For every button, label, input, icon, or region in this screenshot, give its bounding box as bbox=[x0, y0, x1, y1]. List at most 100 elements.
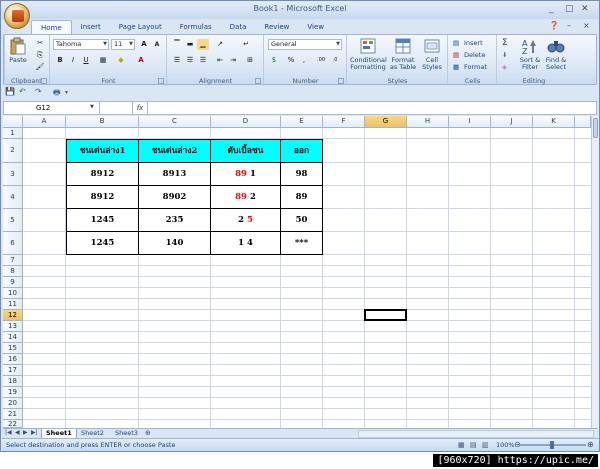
grow-font-button[interactable]: A bbox=[138, 39, 150, 50]
customize-qat-icon[interactable]: ▾ bbox=[65, 89, 68, 96]
row-header[interactable]: 16 bbox=[3, 354, 23, 365]
tab-insert[interactable]: Insert bbox=[72, 20, 110, 34]
insert-cells-icon[interactable]: ▤ bbox=[453, 39, 459, 47]
table-cell[interactable]: 2 5 bbox=[210, 208, 281, 232]
italic-button[interactable]: I bbox=[67, 55, 79, 66]
horizontal-scrollbar[interactable] bbox=[358, 430, 594, 438]
column-header[interactable]: D bbox=[211, 116, 281, 128]
zoom-level[interactable]: 100% bbox=[496, 441, 515, 449]
delete-cells-label[interactable]: Delete bbox=[464, 51, 485, 59]
table-cell[interactable]: 8913 bbox=[138, 162, 211, 186]
tab-review[interactable]: Review bbox=[255, 20, 298, 34]
align-top-icon[interactable]: ▔ bbox=[171, 39, 183, 50]
align-bottom-icon[interactable]: ▁ bbox=[197, 39, 209, 50]
orientation-icon[interactable]: ↗ bbox=[214, 39, 226, 50]
first-sheet-icon[interactable]: |◀ bbox=[5, 429, 12, 436]
row-header[interactable]: 6 bbox=[3, 232, 23, 255]
row-header[interactable]: 17 bbox=[3, 365, 23, 376]
close-button[interactable]: ✕ bbox=[581, 4, 589, 14]
table-cell[interactable]: 1245 bbox=[66, 231, 139, 255]
bold-button[interactable]: B bbox=[54, 55, 66, 66]
table-cell[interactable]: 50 bbox=[280, 208, 323, 232]
column-header[interactable]: A bbox=[23, 116, 66, 128]
row-header[interactable]: 7 bbox=[3, 255, 23, 266]
fill-icon[interactable]: ⬇ bbox=[502, 51, 507, 59]
format-cells-label[interactable]: Format bbox=[464, 63, 487, 71]
tab-view[interactable]: View bbox=[298, 20, 333, 34]
row-header[interactable]: 21 bbox=[3, 409, 23, 420]
copy-icon[interactable]: ⎘ bbox=[34, 50, 46, 61]
scroll-thumb[interactable] bbox=[593, 118, 598, 138]
vertical-scrollbar[interactable] bbox=[591, 116, 599, 428]
column-header-selected[interactable]: G bbox=[365, 116, 407, 128]
table-cell[interactable]: 1245 bbox=[66, 208, 139, 232]
cut-icon[interactable]: ✂ bbox=[34, 38, 46, 49]
font-color-icon[interactable]: A bbox=[135, 55, 147, 66]
ribbon-close-icon[interactable]: × bbox=[583, 21, 590, 30]
row-header[interactable]: 8 bbox=[3, 266, 23, 277]
row-header[interactable]: 20 bbox=[3, 398, 23, 409]
row-header[interactable]: 11 bbox=[3, 299, 23, 310]
select-all-corner[interactable] bbox=[3, 116, 23, 128]
table-header-cell[interactable]: ดับเบิ้ลชน bbox=[210, 139, 281, 163]
column-header[interactable]: B bbox=[66, 116, 139, 128]
format-as-table-button[interactable]: Format as Table bbox=[389, 37, 417, 71]
format-cells-icon[interactable]: ▦ bbox=[453, 63, 459, 71]
align-middle-icon[interactable]: ▬ bbox=[184, 39, 196, 50]
row-header[interactable]: 1 bbox=[3, 128, 23, 139]
insert-sheet-icon[interactable]: ⊕ bbox=[145, 429, 151, 437]
tab-home[interactable]: Home bbox=[31, 20, 72, 34]
font-name-dropdown[interactable]: Tahoma ▼ bbox=[53, 39, 109, 50]
tab-formulas[interactable]: Formulas bbox=[171, 20, 221, 34]
borders-icon[interactable]: ▦ bbox=[97, 55, 109, 66]
paste-button[interactable]: Paste bbox=[7, 37, 29, 64]
row-header[interactable]: 4 bbox=[3, 186, 23, 209]
prev-sheet-icon[interactable]: ◀ bbox=[15, 429, 20, 436]
insert-function-button[interactable]: fx bbox=[132, 102, 148, 114]
table-header-cell[interactable]: ออก bbox=[280, 139, 323, 163]
table-cell[interactable]: 140 bbox=[138, 231, 211, 255]
table-header-cell[interactable]: ชนเด่นล่าง1 bbox=[66, 139, 139, 163]
zoom-in-icon[interactable]: ⊕ bbox=[587, 440, 594, 449]
align-left-icon[interactable]: ☰ bbox=[171, 55, 183, 66]
conditional-formatting-button[interactable]: Conditional Formatting bbox=[350, 37, 387, 71]
table-cell[interactable]: 89 bbox=[280, 185, 323, 209]
table-cell[interactable]: 98 bbox=[280, 162, 323, 186]
tab-page-layout[interactable]: Page Layout bbox=[110, 20, 171, 34]
row-header[interactable]: 10 bbox=[3, 288, 23, 299]
table-cell[interactable]: *** bbox=[280, 231, 323, 255]
ribbon-minimize-icon[interactable]: – bbox=[567, 21, 571, 30]
row-header[interactable]: 9 bbox=[3, 277, 23, 288]
align-right-icon[interactable]: ☰ bbox=[197, 55, 209, 66]
find-select-button[interactable]: Find & Select bbox=[544, 37, 568, 71]
table-cell[interactable]: 89 2 bbox=[210, 185, 281, 209]
tab-data[interactable]: Data bbox=[221, 20, 256, 34]
row-header[interactable]: 15 bbox=[3, 343, 23, 354]
table-cell[interactable]: 8912 bbox=[66, 162, 139, 186]
column-header[interactable]: H bbox=[407, 116, 449, 128]
row-header[interactable]: 2 bbox=[3, 139, 23, 163]
column-header[interactable]: J bbox=[491, 116, 533, 128]
font-launcher-icon[interactable] bbox=[158, 78, 164, 84]
align-center-icon[interactable]: ☰ bbox=[184, 55, 196, 66]
page-layout-view-icon[interactable]: ▤ bbox=[470, 441, 477, 449]
currency-button[interactable]: $ bbox=[268, 55, 280, 66]
column-header[interactable]: I bbox=[449, 116, 491, 128]
insert-cells-label[interactable]: Insert bbox=[464, 39, 483, 47]
normal-view-icon[interactable]: ▦ bbox=[458, 441, 465, 449]
name-box[interactable]: G12 bbox=[4, 102, 100, 114]
row-header[interactable]: 13 bbox=[3, 321, 23, 332]
formula-input[interactable] bbox=[150, 102, 590, 114]
print-icon[interactable]: 🖶 bbox=[53, 87, 61, 101]
alignment-launcher-icon[interactable] bbox=[255, 78, 261, 84]
delete-cells-icon[interactable]: ▤ bbox=[453, 51, 459, 59]
percent-button[interactable]: % bbox=[285, 55, 297, 66]
row-header[interactable]: 18 bbox=[3, 376, 23, 387]
office-button[interactable] bbox=[4, 3, 30, 29]
save-icon[interactable]: 💾 bbox=[5, 87, 15, 96]
help-icon[interactable]: ❓ bbox=[549, 21, 559, 30]
column-header[interactable]: E bbox=[281, 116, 323, 128]
table-cell[interactable]: 235 bbox=[138, 208, 211, 232]
shrink-font-button[interactable]: A bbox=[151, 39, 163, 50]
table-cell[interactable]: 8912 bbox=[66, 185, 139, 209]
